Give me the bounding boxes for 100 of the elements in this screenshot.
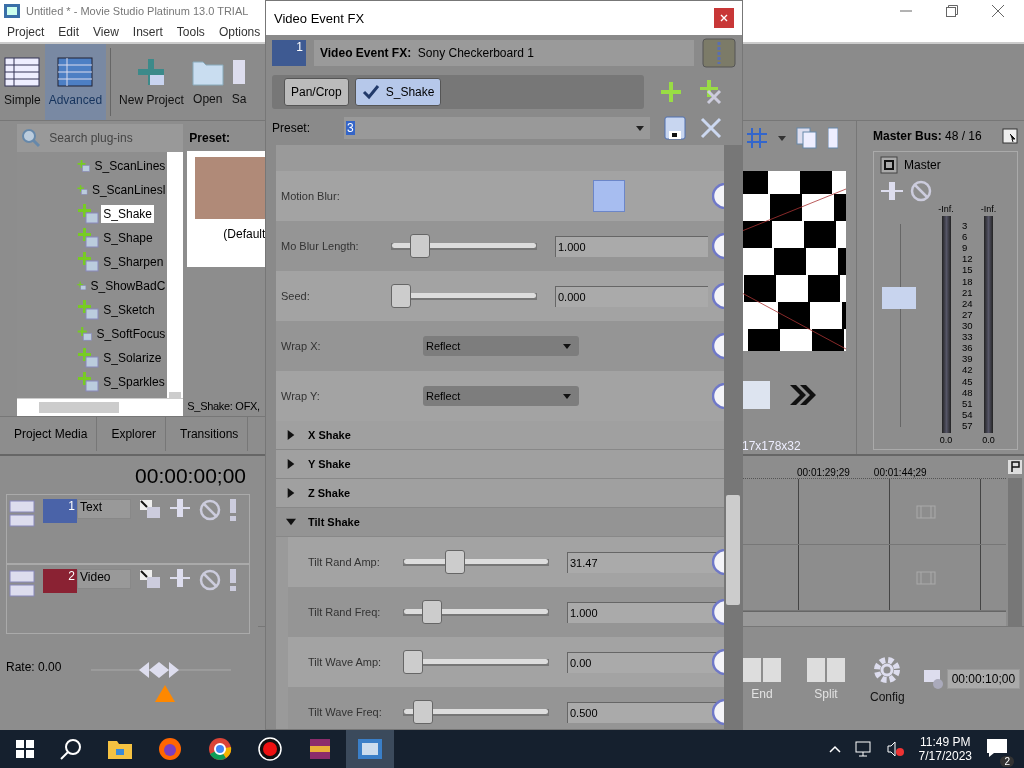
value-field[interactable]: 0.00 [567, 651, 720, 673]
value-field[interactable]: 0.500 [567, 701, 720, 723]
clock-time[interactable]: 11:49 PM [920, 735, 971, 749]
compositing-icon[interactable] [139, 569, 161, 589]
track-header[interactable]: 2 Video [6, 564, 250, 634]
search-icon[interactable] [60, 738, 82, 760]
film-icon[interactable] [358, 739, 382, 759]
shuttle-control[interactable] [91, 660, 232, 704]
notification-icon[interactable] [986, 737, 1008, 758]
collapse-icon[interactable] [9, 569, 35, 599]
menu-item[interactable]: Tools [176, 25, 205, 39]
delete-icon[interactable] [700, 117, 722, 139]
toolbar-button[interactable]: Open [187, 44, 228, 120]
plugin-item[interactable]: S_SoftFocus [94, 325, 168, 343]
value-field[interactable]: 31.47 [567, 551, 720, 573]
chevron-up-icon[interactable] [828, 745, 841, 753]
slider-thumb[interactable] [422, 600, 443, 624]
slider-thumb[interactable] [391, 284, 411, 308]
menu-item[interactable]: Options [218, 25, 261, 39]
chrome-icon[interactable] [208, 737, 232, 761]
close-icon[interactable] [992, 5, 1004, 17]
value-field[interactable]: 1.000 [555, 235, 708, 257]
tab[interactable]: Project Media [0, 417, 98, 451]
value-field[interactable]: 0.000 [555, 285, 708, 307]
fx-chain-button[interactable]: Pan/Crop [284, 78, 349, 106]
preset-dropdown[interactable]: 3 [344, 117, 650, 139]
slider-thumb[interactable] [403, 650, 423, 674]
flag-icon[interactable] [1008, 460, 1022, 474]
menu-item[interactable]: Insert [132, 25, 163, 39]
slider-thumb[interactable] [445, 550, 466, 574]
search-input[interactable]: Search plug-ins [47, 130, 172, 146]
scrollbar[interactable] [743, 611, 1006, 626]
reset-button[interactable] [712, 383, 724, 409]
checkbox[interactable] [593, 180, 625, 212]
track-header[interactable]: 1 Text [6, 494, 250, 564]
archive-icon[interactable] [308, 737, 332, 761]
clock-date[interactable]: 7/17/2023 [918, 749, 972, 763]
remove-plugin-icon[interactable] [698, 79, 722, 105]
channel-icon[interactable] [880, 156, 898, 174]
tab[interactable]: Explorer [97, 417, 167, 451]
dropdown[interactable]: Reflect [423, 336, 579, 356]
motion-icon[interactable] [169, 499, 191, 517]
copy-icon[interactable] [796, 127, 818, 149]
plugin-item[interactable]: S_Shake [101, 205, 154, 223]
search-field[interactable]: Search plug-ins [17, 124, 184, 152]
length-field[interactable]: 00:00:10;00 [946, 668, 1021, 689]
plugin-item[interactable]: S_ShowBadC [88, 277, 168, 295]
toolbar-button[interactable]: Advanced [44, 44, 107, 120]
plugin-item[interactable]: S_Shape [101, 229, 155, 247]
menu-item[interactable]: Project [7, 25, 45, 39]
solo-icon[interactable] [229, 499, 237, 521]
section-header[interactable]: X Shake [276, 421, 724, 450]
windows-start-icon[interactable] [16, 740, 34, 758]
scrollbar[interactable] [724, 145, 742, 729]
menu-item[interactable]: View [93, 25, 119, 39]
reset-button[interactable] [712, 649, 724, 675]
folder-icon[interactable] [108, 739, 132, 759]
slider-thumb[interactable] [413, 700, 434, 724]
firefox-icon[interactable] [158, 737, 182, 761]
volume-muted-icon[interactable] [886, 741, 905, 757]
mute-icon[interactable] [199, 569, 221, 591]
fx-icon[interactable] [880, 182, 904, 200]
save-icon[interactable] [664, 116, 686, 140]
tab[interactable]: Transitions [166, 417, 249, 451]
track-name-field[interactable]: Video [77, 569, 131, 589]
properties-icon[interactable] [1002, 128, 1018, 144]
value-field[interactable]: 1.000 [567, 601, 720, 623]
fader-thumb[interactable] [882, 287, 916, 310]
dropdown[interactable]: Reflect [423, 386, 579, 406]
toolbar-button[interactable]: Sa [227, 44, 251, 120]
plugin-item[interactable]: S_Sketch [101, 301, 157, 319]
toolbar-button[interactable]: Simple [0, 44, 45, 120]
plugin-item[interactable]: S_ScanLinesl [89, 181, 168, 199]
slider-thumb[interactable] [410, 234, 431, 258]
motion-icon[interactable] [169, 569, 191, 587]
mute-icon[interactable] [910, 180, 932, 202]
fx-chain-button[interactable]: S_Shake [354, 78, 442, 106]
reset-button[interactable] [712, 549, 724, 575]
restore-icon[interactable] [946, 5, 958, 17]
compositing-icon[interactable] [139, 499, 161, 519]
collapse-icon[interactable] [9, 499, 35, 529]
close-button[interactable] [714, 8, 734, 28]
reset-button[interactable] [712, 283, 724, 309]
section-header[interactable]: Z Shake [276, 479, 724, 508]
caret-icon[interactable] [778, 135, 786, 141]
section-header[interactable]: Y Shake [276, 450, 724, 479]
frame-button[interactable] [742, 381, 770, 409]
fast-forward-icon[interactable] [788, 383, 818, 407]
plugin-item[interactable]: S_Sharpen [101, 253, 166, 271]
network-icon[interactable] [854, 741, 873, 757]
plugin-item[interactable]: S_Sparkles [101, 373, 167, 391]
reset-button[interactable] [712, 699, 724, 725]
add-plugin-icon[interactable] [660, 81, 682, 103]
reset-button[interactable] [712, 333, 724, 359]
toolbar-button[interactable]: New Project [115, 44, 188, 120]
plugin-item[interactable]: S_ScanLines [92, 157, 168, 175]
reset-button[interactable] [712, 233, 724, 259]
reset-button[interactable] [712, 599, 724, 625]
mute-icon[interactable] [199, 499, 221, 521]
track-name-field[interactable]: Text [77, 499, 131, 519]
